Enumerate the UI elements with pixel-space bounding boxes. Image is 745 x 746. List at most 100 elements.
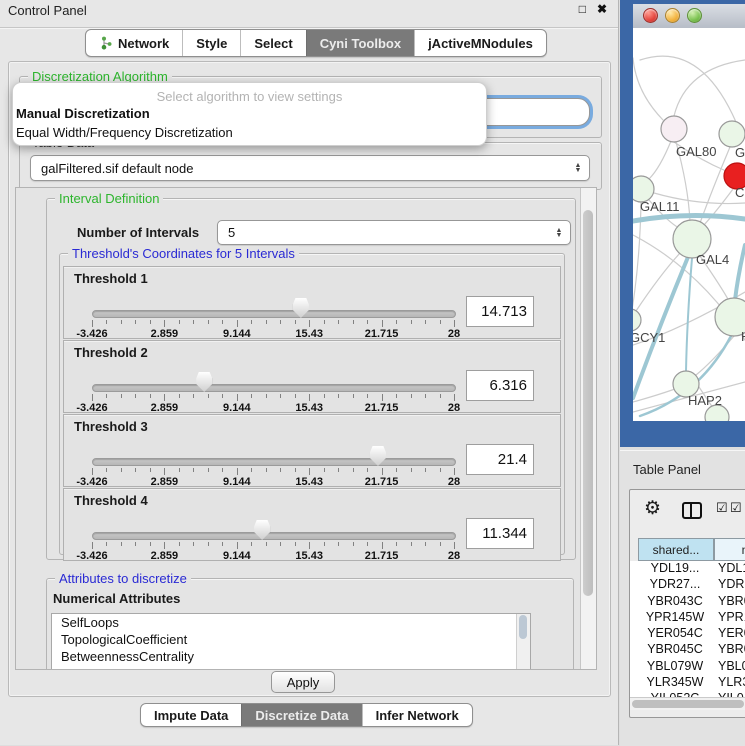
- horizontal-scrollbar[interactable]: [630, 697, 745, 710]
- close-window-icon[interactable]: ✖: [597, 2, 607, 16]
- tick-mark: [396, 394, 397, 398]
- tick-mark: [222, 394, 223, 398]
- slider-track[interactable]: [92, 310, 456, 318]
- list-item[interactable]: SelfLoops: [52, 614, 530, 631]
- table-data-select[interactable]: galFiltered.sif default node ▲▼: [30, 155, 590, 181]
- network-edge[interactable]: [633, 58, 663, 120]
- network-node[interactable]: [719, 121, 745, 147]
- network-view[interactable]: GAL80GACGAL11GAL4GCY1HHAP2: [633, 28, 745, 421]
- network-edge[interactable]: [649, 141, 671, 179]
- tick-mark: [425, 320, 426, 324]
- tick-label: 21.715: [365, 476, 399, 488]
- tab-impute-data[interactable]: Impute Data: [141, 704, 241, 726]
- tick-mark: [164, 468, 165, 475]
- tick-mark: [179, 394, 180, 398]
- slider-tick-labels: -3.4262.8599.14415.4321.71528: [92, 402, 454, 414]
- tick-mark: [280, 394, 281, 398]
- apply-button[interactable]: Apply: [271, 671, 335, 693]
- table-row[interactable]: YBL079WYBL0: [630, 659, 745, 675]
- table-row[interactable]: YBR045CYBR0: [630, 642, 745, 658]
- tick-label: 2.859: [151, 550, 179, 562]
- numerical-attributes-list[interactable]: SelfLoopsTopologicalCoefficientBetweenne…: [51, 613, 531, 670]
- table-row[interactable]: YBR043CYBR0: [630, 594, 745, 610]
- table-row[interactable]: YDR27...YDR2: [630, 577, 745, 593]
- close-traffic-light-icon[interactable]: [643, 8, 658, 23]
- tick-mark: [338, 320, 339, 324]
- attributes-list-scrollbar[interactable]: [516, 614, 530, 670]
- threshold-label: Threshold 1: [74, 271, 148, 286]
- algorithm-option[interactable]: Equal Width/Frequency Discretization: [13, 123, 486, 142]
- network-window-titlebar[interactable]: [633, 4, 745, 29]
- tick-mark: [280, 320, 281, 324]
- threshold-value-field[interactable]: 14.713: [466, 296, 534, 327]
- cell-name: YDL1: [718, 561, 745, 575]
- vertical-scrollbar[interactable]: [580, 188, 596, 669]
- list-item[interactable]: BetweennessCentrality: [52, 648, 530, 665]
- panel-title: Control Panel: [8, 3, 87, 18]
- tick-mark: [382, 394, 383, 401]
- checkbox-icon[interactable]: ☑: [730, 500, 742, 516]
- tick-mark: [266, 320, 267, 324]
- tab-network[interactable]: Network: [86, 30, 182, 56]
- tab-label: Style: [196, 36, 227, 51]
- table-data-selected-value: galFiltered.sif default node: [31, 161, 571, 176]
- tick-label: 2.859: [151, 402, 179, 414]
- threshold-value-field[interactable]: 11.344: [466, 518, 534, 549]
- column-header-shared[interactable]: shared...: [638, 538, 714, 561]
- tab-jactivemnodules[interactable]: jActiveMNodules: [414, 30, 546, 56]
- tick-mark: [454, 542, 455, 549]
- scrollbar-thumb[interactable]: [583, 210, 593, 596]
- table-row[interactable]: YLR345WYLR3: [630, 675, 745, 691]
- threshold-value-field[interactable]: 21.4: [466, 444, 534, 475]
- network-window: GAL80GACGAL11GAL4GCY1HHAP2: [620, 0, 745, 447]
- tick-mark: [92, 320, 93, 327]
- network-edge[interactable]: [633, 389, 675, 402]
- tick-mark: [353, 542, 354, 546]
- table-row[interactable]: YDL19...YDL1: [630, 561, 745, 577]
- network-edge-highlighted[interactable]: [735, 245, 745, 300]
- tick-mark: [295, 542, 296, 546]
- threshold-value-field[interactable]: 6.316: [466, 370, 534, 401]
- network-node[interactable]: [661, 116, 687, 142]
- tab-infer-network[interactable]: Infer Network: [362, 704, 472, 726]
- slider-track[interactable]: [92, 458, 456, 466]
- list-item[interactable]: TopologicalCoefficient: [52, 631, 530, 648]
- tick-mark: [179, 320, 180, 324]
- split-columns-icon[interactable]: [682, 502, 702, 519]
- zoom-traffic-light-icon[interactable]: [687, 8, 702, 23]
- network-edge[interactable]: [636, 253, 680, 311]
- network-node[interactable]: [633, 309, 641, 331]
- tab-discretize-data[interactable]: Discretize Data: [241, 704, 361, 726]
- table-row[interactable]: YPR145WYPR1: [630, 610, 745, 626]
- network-edge-highlighted[interactable]: [686, 258, 692, 371]
- tick-mark: [150, 542, 151, 546]
- threshold-row: Threshold 3-3.4262.8599.14415.4321.71528…: [63, 414, 561, 487]
- tab-select[interactable]: Select: [240, 30, 305, 56]
- tick-mark: [237, 468, 238, 475]
- node-label: GAL4: [696, 252, 729, 267]
- network-edge[interactable]: [703, 189, 733, 226]
- threshold-row: Threshold 2-3.4262.8599.14415.4321.71528…: [63, 340, 561, 413]
- scrollbar-thumb[interactable]: [632, 700, 744, 708]
- table-panel-title: Table Panel: [633, 462, 701, 477]
- tick-mark: [411, 320, 412, 324]
- scrollbar-thumb[interactable]: [519, 615, 527, 639]
- float-window-icon[interactable]: □: [579, 2, 586, 16]
- network-edge[interactable]: [674, 60, 745, 116]
- tab-label: Network: [118, 36, 169, 51]
- tick-mark: [237, 320, 238, 327]
- column-header-n[interactable]: n: [714, 538, 745, 561]
- minimize-traffic-light-icon[interactable]: [665, 8, 680, 23]
- checkbox-icon[interactable]: ☑: [716, 500, 728, 516]
- table-row[interactable]: YER054CYER0: [630, 626, 745, 642]
- num-intervals-select[interactable]: 5 ▲▼: [217, 220, 571, 245]
- tick-mark: [106, 394, 107, 398]
- tab-style[interactable]: Style: [182, 30, 240, 56]
- tab-cyni-toolbox[interactable]: Cyni Toolbox: [306, 30, 414, 56]
- gear-icon[interactable]: ⚙: [644, 497, 661, 520]
- tick-label: 21.715: [365, 402, 399, 414]
- slider-track[interactable]: [92, 384, 456, 392]
- tab-label: Impute Data: [154, 708, 228, 723]
- algorithm-option[interactable]: Manual Discretization: [13, 104, 486, 123]
- slider-track[interactable]: [92, 532, 456, 540]
